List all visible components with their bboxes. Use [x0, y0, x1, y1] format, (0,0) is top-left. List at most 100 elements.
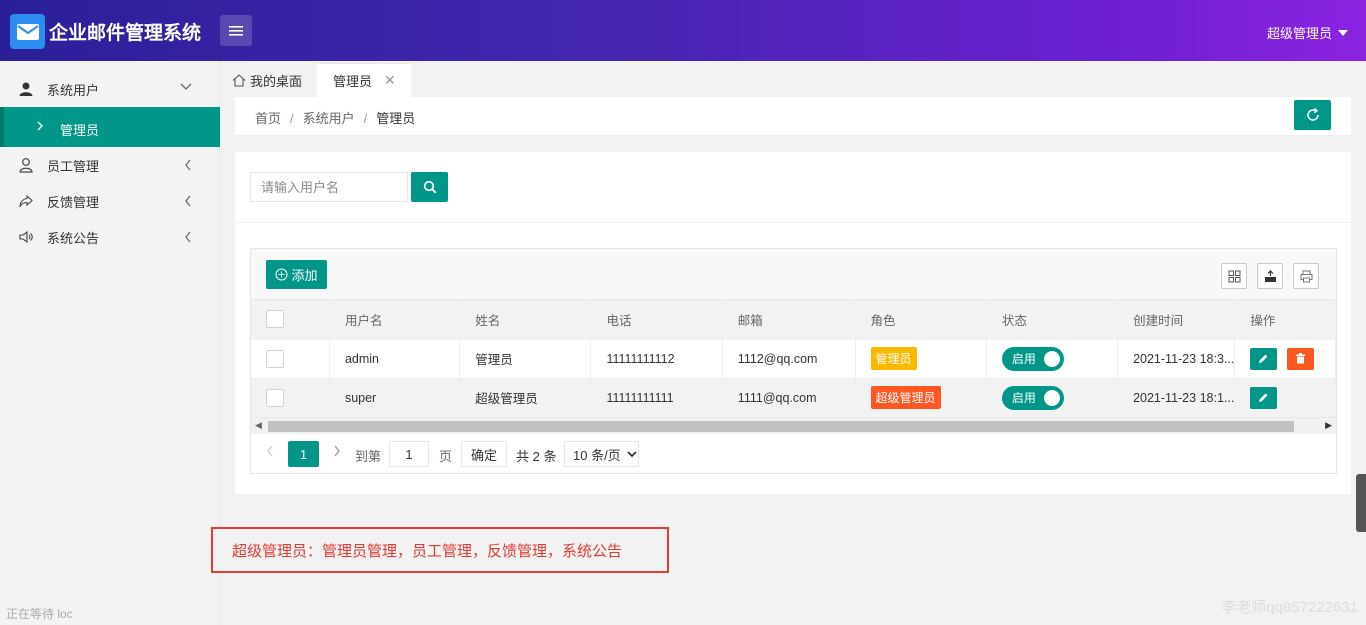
- column-header[interactable]: 邮箱: [722, 300, 856, 340]
- sidebar-item-label: 反馈管理: [47, 194, 100, 210]
- breadcrumb: 首页 / 系统用户 / 管理员: [255, 108, 415, 127]
- close-icon[interactable]: ✕: [384, 72, 396, 89]
- sidebar-item-admin[interactable]: 管理员: [0, 107, 220, 147]
- cell-name: 管理员: [459, 339, 592, 379]
- page-number-current[interactable]: 1: [288, 441, 319, 467]
- table-toolbar: 添加: [251, 249, 1336, 300]
- user-menu[interactable]: 超级管理员: [1267, 23, 1348, 42]
- column-header[interactable]: 用户名: [329, 300, 461, 340]
- status-label: 启用: [1011, 352, 1036, 366]
- role-badge: 超级管理员: [870, 386, 941, 409]
- column-header: 操作: [1234, 300, 1336, 340]
- page-size-select[interactable]: 10 条/页: [564, 441, 639, 467]
- permission-notice: 超级管理员：管理员管理，员工管理，反馈管理，系统公告: [211, 527, 669, 573]
- breadcrumb-system-users[interactable]: 系统用户: [303, 111, 355, 126]
- cell-status: 启用: [986, 339, 1119, 379]
- add-button[interactable]: 添加: [266, 260, 327, 289]
- confirm-button[interactable]: 确定: [461, 441, 507, 467]
- status-toggle[interactable]: 启用: [1001, 385, 1064, 410]
- user-icon: [19, 82, 33, 96]
- cell-phone: 11111111112: [590, 339, 723, 379]
- scroll-thumb[interactable]: [268, 421, 1294, 432]
- status-label: 启用: [1011, 391, 1036, 405]
- column-header[interactable]: 状态: [986, 300, 1119, 340]
- page-size-value: 10 条/页: [573, 447, 621, 463]
- add-label: 添加: [291, 268, 318, 283]
- chevron-right-icon: [37, 121, 43, 131]
- chevron-down-icon: [180, 83, 192, 90]
- toggle-knob: [1043, 389, 1060, 406]
- columns-filter-button[interactable]: [1221, 263, 1247, 289]
- print-button[interactable]: [1293, 263, 1319, 289]
- side-widget[interactable]: [1356, 474, 1366, 532]
- next-page-icon[interactable]: [333, 445, 341, 457]
- envelope-icon: [10, 14, 45, 49]
- sidebar-item-employees[interactable]: 员工管理: [0, 147, 220, 183]
- cell-actions: [1234, 378, 1336, 418]
- scroll-right-arrow-icon[interactable]: ▶: [1325, 420, 1332, 431]
- row-checkbox[interactable]: [266, 388, 284, 407]
- cell-phone: 11111111111: [590, 378, 723, 418]
- export-button[interactable]: [1257, 263, 1283, 289]
- edit-button[interactable]: [1250, 347, 1278, 370]
- breadcrumb-home[interactable]: 首页: [255, 111, 281, 126]
- tab-bar: 我的桌面 管理员 ✕: [220, 61, 1366, 97]
- sidebar-item-announcements[interactable]: 系统公告: [0, 219, 220, 255]
- cell-status: 启用: [986, 378, 1119, 418]
- row-checkbox-cell: [251, 378, 330, 418]
- grid-icon: [1228, 270, 1240, 282]
- delete-button[interactable]: [1287, 347, 1315, 370]
- search-button[interactable]: [411, 172, 448, 202]
- sidebar-item-label: 系统公告: [47, 230, 100, 246]
- tab-admin[interactable]: 管理员 ✕: [317, 63, 411, 97]
- column-header[interactable]: 角色: [855, 300, 987, 340]
- status-toggle[interactable]: 启用: [1001, 346, 1064, 371]
- export-icon: [1264, 269, 1276, 282]
- breadcrumb-separator: /: [363, 111, 368, 126]
- search-icon: [423, 180, 436, 194]
- total-count: 共 2 条: [516, 449, 557, 464]
- plus-circle-icon: [275, 268, 288, 281]
- caret-down-icon: [1338, 29, 1348, 36]
- breadcrumb-current: 管理员: [376, 111, 416, 126]
- refresh-icon: [1306, 108, 1319, 121]
- goto-page-input[interactable]: [389, 441, 429, 467]
- column-header[interactable]: 电话: [590, 300, 723, 340]
- tab-home[interactable]: 我的桌面: [232, 63, 302, 97]
- row-checkbox[interactable]: [266, 349, 284, 368]
- table-row: admin 管理员 11111111112 1112@qq.com 管理员 启用…: [251, 339, 1336, 379]
- divider: [235, 222, 1351, 223]
- sidebar-item-label: 系统用户: [47, 82, 100, 98]
- cell-role: 管理员: [855, 339, 987, 379]
- column-header[interactable]: 创建时间: [1117, 300, 1236, 340]
- search-input[interactable]: [250, 172, 408, 202]
- chevron-left-icon: [185, 159, 191, 171]
- horizontal-scrollbar[interactable]: ◀ ▶: [251, 417, 1336, 434]
- edit-button[interactable]: [1250, 386, 1278, 409]
- column-header[interactable]: 姓名: [459, 300, 592, 340]
- main-card: 添加 用户名 姓名 电话 邮箱: [235, 152, 1351, 494]
- pencil-icon: [1259, 354, 1268, 363]
- sidebar: 系统用户 管理员 员工管理 反馈管理 系统公告 正在等待 loc: [0, 61, 220, 625]
- cell-created: 2021-11-23 18:1...: [1117, 378, 1236, 418]
- scroll-left-arrow-icon[interactable]: ◀: [255, 420, 262, 431]
- goto-label: 到第: [355, 449, 382, 464]
- hamburger-icon[interactable]: [220, 15, 252, 46]
- prev-page-icon[interactable]: [266, 445, 274, 457]
- data-table: 添加 用户名 姓名 电话 邮箱 角色 状态 创建时间 操作 admin 管理员 …: [250, 248, 1337, 474]
- active-indicator: [0, 107, 4, 147]
- refresh-button[interactable]: [1294, 100, 1331, 130]
- select-all-checkbox[interactable]: [266, 310, 284, 329]
- sidebar-item-feedback[interactable]: 反馈管理: [0, 183, 220, 219]
- pagination: 1 到第 页 确定 共 2 条 10 条/页: [251, 435, 1336, 473]
- home-icon: [232, 73, 246, 87]
- trash-icon: [1296, 353, 1306, 364]
- cell-username: super: [329, 378, 461, 418]
- watermark: 李老师qq857222631: [1221, 599, 1358, 616]
- table-header-row: 用户名 姓名 电话 邮箱 角色 状态 创建时间 操作: [251, 300, 1336, 340]
- user-table: 用户名 姓名 电话 邮箱 角色 状态 创建时间 操作 admin 管理员 111…: [251, 300, 1336, 418]
- pencil-icon: [1259, 393, 1268, 402]
- breadcrumb-bar: 首页 / 系统用户 / 管理员: [235, 97, 1351, 136]
- breadcrumb-separator: /: [290, 111, 294, 126]
- sidebar-item-system-users[interactable]: 系统用户: [0, 71, 220, 107]
